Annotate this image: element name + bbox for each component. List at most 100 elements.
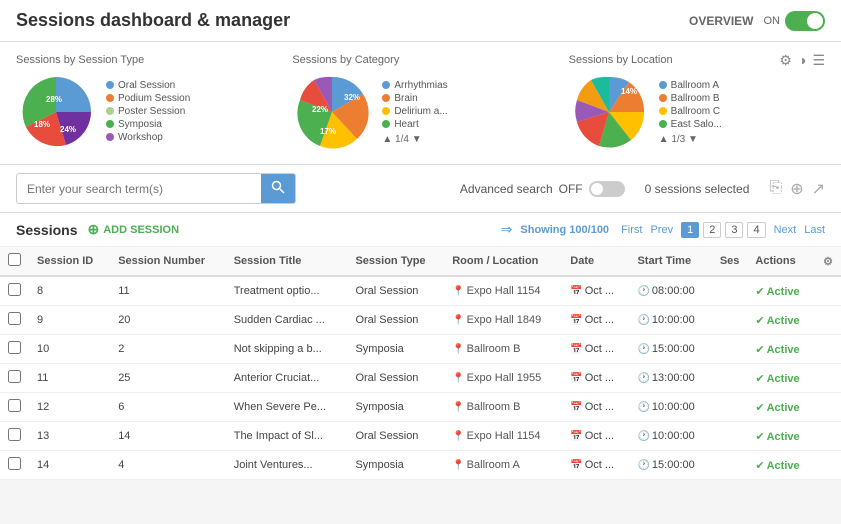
toggle-knob	[807, 13, 823, 29]
add-session-button[interactable]: ⊕ ADD SESSION	[87, 221, 179, 238]
row-session-type: Oral Session	[347, 422, 444, 451]
row-session-title: Joint Ventures...	[226, 451, 348, 480]
location-pin-icon: 📍	[452, 315, 464, 326]
row-date: 📅Oct ...	[562, 393, 629, 422]
row-checkbox-cell	[0, 393, 29, 422]
row-date: 📅Oct ...	[562, 451, 629, 480]
charts-section: ⚙ ◑ ☰ Sessions by Session Type 28% 18% 2…	[0, 42, 841, 165]
prev-page-link[interactable]: Prev	[650, 224, 673, 236]
location-pin-icon: 📍	[452, 286, 464, 297]
row-location: 📍Expo Hall 1849	[444, 306, 562, 335]
location-pin-icon: 📍	[452, 460, 464, 471]
calendar-icon: 📅	[570, 315, 582, 326]
search-input[interactable]	[17, 176, 261, 202]
status-badge: Active	[767, 431, 800, 443]
row-start-time: 🕐13:00:00	[629, 364, 711, 393]
row-ses	[712, 393, 748, 422]
advanced-search-label: Advanced search	[460, 182, 553, 196]
legend-item: Brain	[382, 93, 447, 104]
row-ses	[712, 276, 748, 306]
overview-toggle[interactable]	[785, 11, 825, 31]
location-pin-icon: 📍	[452, 373, 464, 384]
row-checkbox[interactable]	[8, 399, 21, 412]
page-1-button[interactable]: 1	[681, 222, 699, 238]
status-badge: Active	[767, 286, 800, 298]
search-section: Advanced search OFF 0 sessions selected …	[0, 165, 841, 213]
copy-icon[interactable]: ⎘	[769, 179, 782, 199]
header-ses: Ses	[712, 247, 748, 276]
pie-view-icon[interactable]: ◑	[798, 52, 806, 69]
status-badge: Active	[767, 402, 800, 414]
page-2-button[interactable]: 2	[703, 222, 721, 238]
row-date: 📅Oct ...	[562, 364, 629, 393]
row-status: ✔Active	[747, 364, 815, 393]
row-checkbox[interactable]	[8, 428, 21, 441]
select-all-checkbox[interactable]	[8, 253, 21, 266]
add-icon: ⊕	[87, 221, 99, 238]
advanced-toggle-knob	[591, 183, 603, 195]
row-status: ✔Active	[747, 306, 815, 335]
row-ses	[712, 422, 748, 451]
row-session-number: 11	[110, 276, 226, 306]
row-checkbox[interactable]	[8, 457, 21, 470]
header-gear[interactable]: ⚙	[815, 247, 841, 276]
location-pin-icon: 📍	[452, 402, 464, 413]
calendar-icon: 📅	[570, 402, 582, 413]
export-icon[interactable]: ↗	[812, 179, 825, 199]
row-session-title: When Severe Pe...	[226, 393, 348, 422]
row-checkbox-cell	[0, 306, 29, 335]
page-4-button[interactable]: 4	[747, 222, 765, 238]
table-row: 8 11 Treatment optio... Oral Session 📍Ex…	[0, 276, 841, 306]
map-icon[interactable]: ⊕	[790, 179, 803, 199]
row-checkbox[interactable]	[8, 283, 21, 296]
legend-item: Arrhythmias	[382, 80, 447, 91]
row-session-id: 11	[29, 364, 110, 393]
row-ses	[712, 364, 748, 393]
row-location: 📍Expo Hall 1154	[444, 276, 562, 306]
selected-count: 0 sessions selected	[645, 182, 750, 196]
row-location: 📍Ballroom B	[444, 335, 562, 364]
table-gear-icon[interactable]: ⚙	[823, 256, 833, 268]
header-room-location: Room / Location	[444, 247, 562, 276]
row-location: 📍Expo Hall 1154	[444, 422, 562, 451]
header-session-type: Session Type	[347, 247, 444, 276]
svg-text:24%: 24%	[60, 125, 76, 134]
clock-icon: 🕐	[637, 460, 649, 471]
pagination-icon: ⇒	[501, 221, 513, 238]
row-session-id: 9	[29, 306, 110, 335]
sessions-header: Sessions ⊕ ADD SESSION ⇒ Showing 100/100…	[0, 213, 841, 247]
search-right: Advanced search OFF 0 sessions selected …	[460, 179, 825, 199]
row-location: 📍Expo Hall 1955	[444, 364, 562, 393]
next-page-link[interactable]: Next	[774, 224, 797, 236]
pie-chart-location: 14%	[569, 72, 649, 152]
row-gear-cell	[815, 335, 841, 364]
table-row: 10 2 Not skipping a b... Symposia 📍Ballr…	[0, 335, 841, 364]
list-view-icon[interactable]: ☰	[812, 52, 825, 69]
legend-item: Oral Session	[106, 80, 190, 91]
first-page-link[interactable]: First	[621, 224, 642, 236]
row-status: ✔Active	[747, 393, 815, 422]
clock-icon: 🕐	[637, 315, 649, 326]
row-ses	[712, 451, 748, 480]
row-checkbox[interactable]	[8, 370, 21, 383]
last-page-link[interactable]: Last	[804, 224, 825, 236]
chart-category-title: Sessions by Category	[292, 54, 548, 66]
row-session-title: Sudden Cardiac ...	[226, 306, 348, 335]
overview-toggle-container[interactable]: ON	[764, 11, 826, 31]
row-session-id: 10	[29, 335, 110, 364]
sessions-table-wrapper: Session ID Session Number Session Title …	[0, 247, 841, 480]
row-checkbox[interactable]	[8, 312, 21, 325]
advanced-search-toggle[interactable]	[589, 181, 625, 197]
row-checkbox[interactable]	[8, 341, 21, 354]
location-pin-icon: 📍	[452, 431, 464, 442]
calendar-icon: 📅	[570, 431, 582, 442]
settings-icon[interactable]: ⚙	[779, 52, 792, 69]
chart-type-content: 28% 18% 24% Oral Session Podium Session …	[16, 72, 272, 152]
row-location: 📍Ballroom B	[444, 393, 562, 422]
search-button[interactable]	[261, 174, 295, 203]
row-status: ✔Active	[747, 422, 815, 451]
page-3-button[interactable]: 3	[725, 222, 743, 238]
calendar-icon: 📅	[570, 344, 582, 355]
row-session-id: 8	[29, 276, 110, 306]
chart-type-title: Sessions by Session Type	[16, 54, 272, 66]
